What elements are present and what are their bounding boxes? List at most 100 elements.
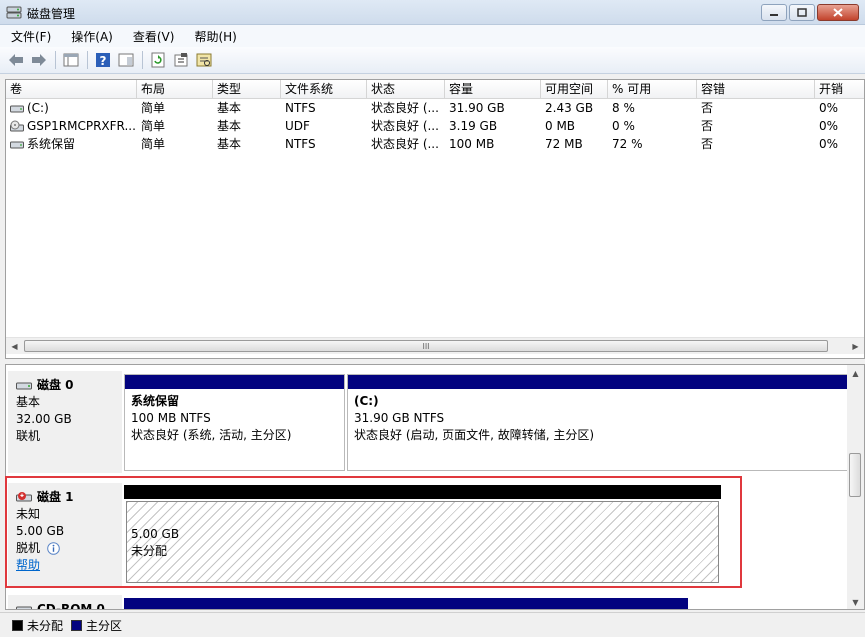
cdrom-icon [16, 606, 32, 609]
fault-tolerance-cell: 否 [701, 119, 714, 133]
show-pane-icon [118, 53, 134, 67]
overhead-cell: 0% [819, 101, 839, 115]
forward-arrow-icon [32, 54, 46, 66]
menu-bar: 文件(F) 操作(A) 查看(V) 帮助(H) [0, 25, 865, 47]
column-header-layout[interactable]: 布局 [137, 80, 213, 99]
disk-type: 基本 [16, 395, 41, 409]
toolbar-separator [87, 51, 88, 69]
properties-icon [174, 53, 188, 67]
disk-icon [16, 382, 32, 389]
scroll-thumb[interactable]: III [24, 340, 828, 352]
free-space-cell: 72 MB [545, 137, 583, 151]
properties-button[interactable] [171, 50, 191, 70]
table-row[interactable]: (C:) 简单 基本 NTFS 状态良好 (... 31.90 GB 2.43 … [6, 99, 864, 117]
layout-cell: 简单 [141, 119, 166, 133]
primary-partition-bar [124, 598, 688, 609]
legend-label: 主分区 [86, 618, 123, 633]
primary-partition-bar [125, 375, 344, 390]
type-cell: 基本 [217, 119, 242, 133]
partition-size: 31.90 GB NTFS [354, 411, 445, 425]
horizontal-scrollbar[interactable]: ◀ III ▶ [6, 337, 864, 354]
scroll-down-button[interactable]: ▼ [847, 594, 864, 609]
fault-tolerance-cell: 否 [701, 137, 714, 151]
capacity-cell: 31.90 GB [449, 101, 505, 115]
show-pane-button[interactable] [116, 50, 136, 70]
back-button[interactable] [6, 50, 26, 70]
column-header-filesystem[interactable]: 文件系统 [281, 80, 367, 99]
status-cell: 状态良好 (... [371, 137, 439, 151]
vertical-scrollbar[interactable]: ▲ ▼ [847, 365, 864, 609]
free-space-cell: 0 MB [545, 119, 576, 133]
rescan-button[interactable] [194, 50, 214, 70]
column-header-volume[interactable]: 卷 [6, 80, 137, 99]
percent-free-cell: 8 % [612, 101, 635, 115]
filesystem-cell: NTFS [285, 137, 316, 151]
window-title: 磁盘管理 [27, 7, 76, 21]
maximize-icon [797, 8, 807, 17]
refresh-icon [151, 52, 165, 68]
filesystem-cell: UDF [285, 119, 310, 133]
volume-name: 系统保留 [27, 137, 76, 151]
menu-view[interactable]: 查看(V) [130, 28, 178, 45]
close-button[interactable] [817, 4, 859, 21]
volume-name: GSP1RMCPRXFR... [27, 119, 136, 133]
fault-tolerance-cell: 否 [701, 101, 714, 115]
partition-cdrom[interactable] [124, 598, 688, 609]
column-header-free-space[interactable]: 可用空间 [541, 80, 608, 99]
console-tree-button[interactable] [61, 50, 81, 70]
rescan-icon [196, 53, 212, 67]
status-cell: 状态良好 (... [371, 119, 439, 133]
scroll-thumb[interactable] [849, 453, 861, 497]
layout-cell: 简单 [141, 101, 166, 115]
maximize-button[interactable] [789, 4, 815, 21]
free-space-cell: 2.43 GB [545, 101, 594, 115]
filesystem-cell: NTFS [285, 101, 316, 115]
layout-cell: 简单 [141, 137, 166, 151]
partition-c-drive[interactable]: (C:) 31.90 GB NTFS 状态良好 (启动, 页面文件, 故障转储,… [347, 374, 850, 471]
volume-list[interactable]: 卷 布局 类型 文件系统 状态 容量 可用空间 % 可用 容错 开销 (C:) … [5, 79, 865, 359]
capacity-cell: 100 MB [449, 137, 495, 151]
forward-button[interactable] [29, 50, 49, 70]
column-header-percent-free[interactable]: % 可用 [608, 80, 697, 99]
column-header-overhead[interactable]: 开销 [815, 80, 864, 99]
column-header-status[interactable]: 状态 [367, 80, 445, 99]
toolbar-separator [55, 51, 56, 69]
menu-file[interactable]: 文件(F) [8, 28, 54, 45]
close-icon [833, 8, 843, 17]
table-row[interactable]: 系统保留 简单 基本 NTFS 状态良好 (... 100 MB 72 MB 7… [6, 135, 864, 153]
primary-partition-bar [348, 375, 849, 390]
minimize-button[interactable] [761, 4, 787, 21]
dvd-drive-icon [10, 120, 24, 131]
menu-action[interactable]: 操作(A) [68, 28, 116, 45]
legend-swatch-unallocated [12, 619, 23, 631]
volume-cell: GSP1RMCPRXFR... [6, 117, 137, 135]
column-header-capacity[interactable]: 容量 [445, 80, 541, 99]
scroll-right-button[interactable]: ▶ [847, 338, 864, 355]
volume-list-header: 卷 布局 类型 文件系统 状态 容量 可用空间 % 可用 容错 开销 [6, 80, 864, 99]
scroll-grip: III [422, 341, 430, 351]
help-button[interactable]: ? [93, 50, 113, 70]
refresh-button[interactable] [148, 50, 168, 70]
drive-icon [10, 141, 24, 148]
column-header-type[interactable]: 类型 [213, 80, 281, 99]
partition-name: (C:) [354, 394, 379, 408]
overhead-cell: 0% [819, 137, 839, 151]
legend-label: 未分配 [27, 618, 64, 633]
disk-0-label[interactable]: 磁盘 0 基本 32.00 GB 联机 [8, 371, 122, 473]
table-row[interactable]: GSP1RMCPRXFR... 简单 基本 UDF 状态良好 (... 3.19… [6, 117, 864, 135]
partition-system-reserved[interactable]: 系统保留 100 MB NTFS 状态良好 (系统, 活动, 主分区) [124, 374, 345, 471]
menu-help[interactable]: 帮助(H) [191, 28, 239, 45]
cdrom-0-label[interactable]: CD-ROM 0 [8, 595, 122, 609]
volume-cell: (C:) [6, 99, 137, 117]
scroll-left-button[interactable]: ◀ [6, 338, 23, 355]
column-header-fault-tolerance[interactable]: 容错 [697, 80, 815, 99]
volume-name: (C:) [27, 101, 49, 115]
legend-item-unallocated: 未分配 [12, 617, 63, 634]
disk-name: 磁盘 0 [37, 378, 74, 392]
toolbar: ? [0, 47, 865, 74]
partition-status: 状态良好 (启动, 页面文件, 故障转储, 主分区) [354, 428, 595, 442]
volume-cell: 系统保留 [6, 135, 137, 153]
scroll-up-button[interactable]: ▲ [847, 365, 864, 382]
type-cell: 基本 [217, 137, 242, 151]
legend: 未分配 主分区 [0, 612, 865, 637]
